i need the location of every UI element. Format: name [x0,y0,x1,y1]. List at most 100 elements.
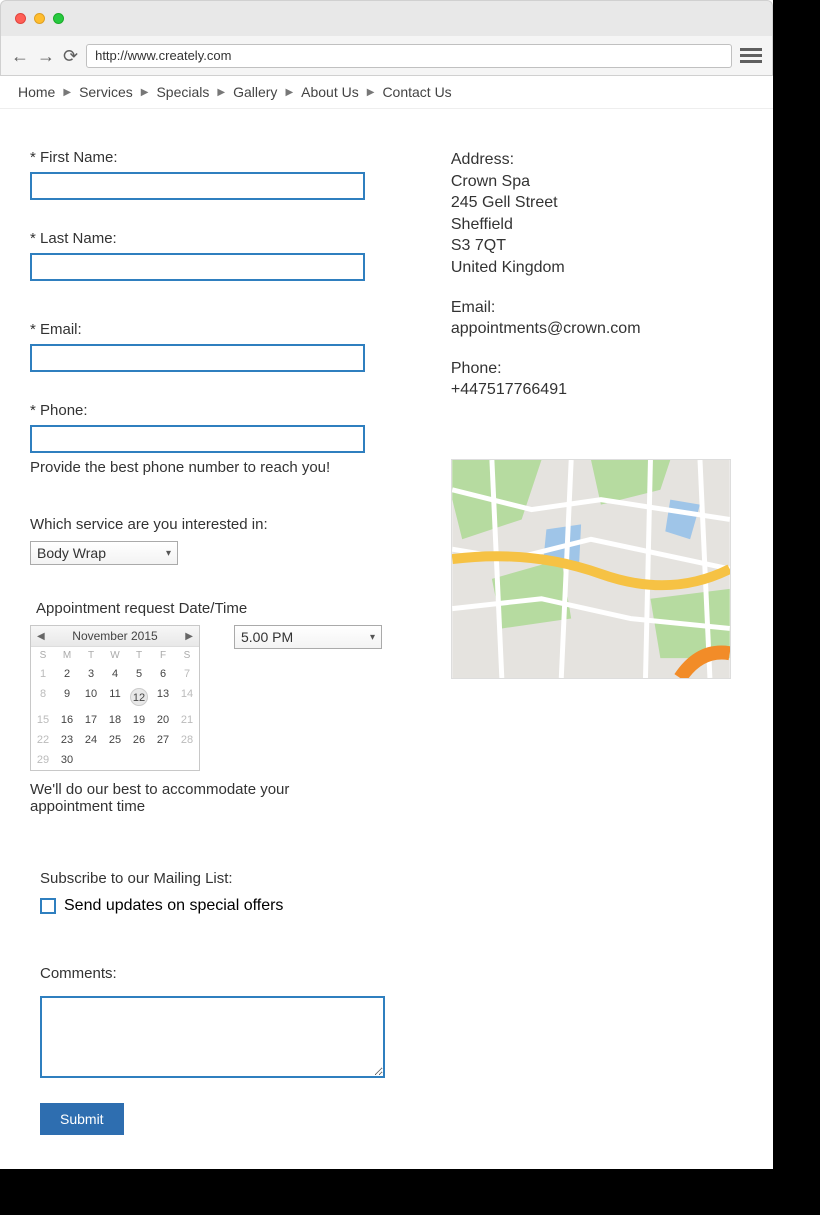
address-line: United Kingdom [451,257,743,279]
chevron-right-icon: ▶ [141,87,149,98]
calendar-day[interactable]: 6 [151,664,175,684]
calendar-widget[interactable]: ◀ November 2015 ▶ SMTWTFS123456789101112… [30,625,200,771]
calendar-day[interactable]: 13 [151,684,175,710]
page-content: * First Name: * Last Name: * Email: * Ph… [0,109,773,1169]
contact-form: * First Name: * Last Name: * Email: * Ph… [30,149,391,1139]
calendar-day [127,750,151,770]
last-name-label: * Last Name: [30,230,391,247]
calendar-day[interactable]: 29 [31,750,55,770]
calendar-day[interactable]: 12 [127,684,151,710]
calendar-dow: F [151,647,175,664]
url-text: http://www.creately.com [95,48,231,63]
calendar-day[interactable]: 25 [103,730,127,750]
phone-input[interactable] [30,425,365,453]
calendar-day[interactable]: 15 [31,710,55,730]
calendar-day[interactable]: 14 [175,684,199,710]
nav-item-specials[interactable]: Specials [156,84,209,100]
calendar-day[interactable]: 2 [55,664,79,684]
first-name-input[interactable] [30,172,365,200]
last-name-input[interactable] [30,253,365,281]
calendar-day[interactable]: 10 [79,684,103,710]
phone-label: * Phone: [30,402,391,419]
contact-phone-label: Phone: [451,358,743,380]
chevron-right-icon: ▶ [285,87,293,98]
chevron-right-icon: ▶ [367,87,375,98]
calendar-day[interactable]: 18 [103,710,127,730]
service-selected-value: Body Wrap [37,545,106,561]
calendar-day[interactable]: 9 [55,684,79,710]
menu-button[interactable] [740,45,762,66]
nav-item-about[interactable]: About Us [301,84,359,100]
nav-item-services[interactable]: Services [79,84,133,100]
calendar-day[interactable]: 11 [103,684,127,710]
calendar-day[interactable]: 19 [127,710,151,730]
nav-item-gallery[interactable]: Gallery [233,84,277,100]
calendar-day[interactable]: 4 [103,664,127,684]
calendar-dow: S [175,647,199,664]
email-input[interactable] [30,344,365,372]
appointment-note: We'll do our best to accommodate your ap… [30,781,330,815]
service-select[interactable]: Body Wrap [30,541,178,565]
calendar-day[interactable]: 28 [175,730,199,750]
calendar-day[interactable]: 26 [127,730,151,750]
calendar-day[interactable]: 3 [79,664,103,684]
address-line: Crown Spa [451,171,743,193]
contact-email-label: Email: [451,297,743,319]
phone-help-text: Provide the best phone number to reach y… [30,459,391,476]
subscribe-checkbox[interactable] [40,898,56,914]
calendar-day[interactable]: 16 [55,710,79,730]
minimize-window-icon[interactable] [34,13,45,24]
time-select[interactable]: 5.00 PM [234,625,382,649]
browser-toolbar: ← → ⟳ http://www.creately.com [0,36,773,76]
maximize-window-icon[interactable] [53,13,64,24]
address-label: Address: [451,149,743,171]
calendar-day[interactable]: 20 [151,710,175,730]
calendar-day[interactable]: 30 [55,750,79,770]
comments-label: Comments: [40,965,391,982]
map-image [451,459,731,679]
calendar-dow: W [103,647,127,664]
calendar-day[interactable]: 5 [127,664,151,684]
chevron-right-icon: ▶ [217,87,225,98]
nav-item-contact[interactable]: Contact Us [382,84,451,100]
calendar-day[interactable]: 8 [31,684,55,710]
url-input[interactable]: http://www.creately.com [86,44,732,68]
calendar-dow: S [31,647,55,664]
calendar-month-label: November 2015 [72,629,157,643]
comments-textarea[interactable] [40,996,385,1078]
first-name-label: * First Name: [30,149,391,166]
submit-button[interactable]: Submit [40,1103,124,1135]
chevron-right-icon: ▶ [63,87,71,98]
back-button[interactable]: ← [11,47,29,65]
nav-item-home[interactable]: Home [18,84,55,100]
window-titlebar [0,0,773,36]
calendar-dow: T [79,647,103,664]
calendar-dow: T [127,647,151,664]
reload-button[interactable]: ⟳ [63,47,78,65]
calendar-day[interactable]: 7 [175,664,199,684]
calendar-day [175,750,199,770]
email-label: * Email: [30,321,391,338]
calendar-day[interactable]: 24 [79,730,103,750]
calendar-dow: M [55,647,79,664]
calendar-day [103,750,127,770]
calendar-day[interactable]: 17 [79,710,103,730]
appointment-label: Appointment request Date/Time [36,600,391,617]
calendar-day[interactable]: 22 [31,730,55,750]
subscribe-label: Subscribe to our Mailing List: [40,870,391,887]
calendar-prev-icon[interactable]: ◀ [37,631,45,642]
calendar-day[interactable]: 1 [31,664,55,684]
subscribe-option-label: Send updates on special offers [64,897,283,915]
address-line: 245 Gell Street [451,192,743,214]
contact-email-value: appointments@crown.com [451,318,743,340]
contact-phone-value: +447517766491 [451,379,743,401]
calendar-next-icon[interactable]: ▶ [185,631,193,642]
address-line: Sheffield [451,214,743,236]
calendar-day[interactable]: 23 [55,730,79,750]
contact-info: Address: Crown Spa 245 Gell Street Sheff… [451,149,743,1139]
close-window-icon[interactable] [15,13,26,24]
calendar-day[interactable]: 21 [175,710,199,730]
service-question-label: Which service are you interested in: [30,516,391,533]
calendar-day[interactable]: 27 [151,730,175,750]
forward-button[interactable]: → [37,47,55,65]
